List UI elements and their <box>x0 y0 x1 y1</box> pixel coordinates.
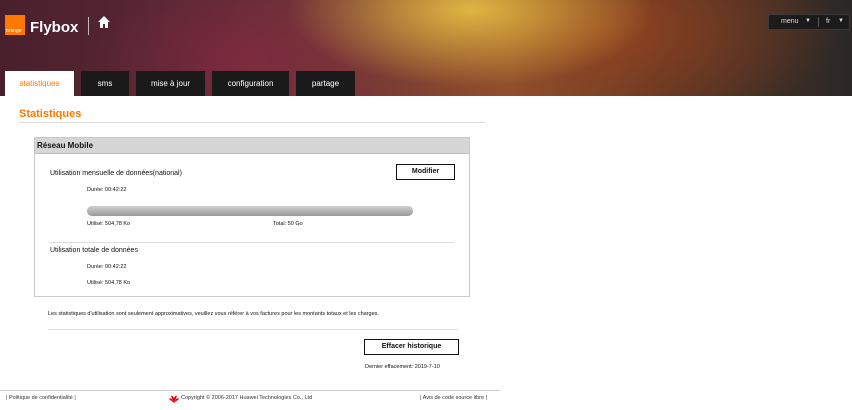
menu-dropdown[interactable]: menu ▼ fr ▼ <box>768 14 850 30</box>
footer-divider <box>0 390 500 391</box>
logo-text: orange <box>6 28 22 34</box>
chevron-down-icon: ▼ <box>805 18 811 24</box>
title-divider <box>19 122 485 123</box>
total-duration: Durée: 00:42:22 <box>87 264 127 270</box>
copyright-text: Copyright © 2006-2017 Huawei Technologie… <box>181 395 313 401</box>
tab-statistiques[interactable]: statistiques <box>5 71 74 96</box>
clear-history-button[interactable]: Effacer historique <box>364 339 459 355</box>
tab-sms[interactable]: sms <box>81 71 129 96</box>
modify-button[interactable]: Modifier <box>396 164 455 180</box>
usage-disclaimer: Les statistiques d'utilisation sont seul… <box>48 311 379 317</box>
language-label[interactable]: fr <box>826 18 830 25</box>
chevron-down-icon: ▼ <box>838 18 844 24</box>
monthly-usage-label: Utilisation mensuelle de données(nationa… <box>50 170 182 177</box>
total-usage-label: Utilisation totale de données <box>50 247 138 254</box>
panel-title: Réseau Mobile <box>35 138 469 154</box>
orange-logo[interactable]: orange <box>5 15 25 35</box>
total-used: Utilisé: 504,78 Ko <box>87 280 131 286</box>
tab-mise-a-jour[interactable]: mise à jour <box>136 71 205 96</box>
privacy-link[interactable]: | Politique de confidentialité | <box>6 395 76 401</box>
monthly-duration: Durée: 00:42:22 <box>87 187 127 193</box>
tab-partage[interactable]: partage <box>296 71 355 96</box>
mobile-network-panel: Réseau Mobile Utilisation mensuelle de d… <box>34 137 470 297</box>
tab-configuration[interactable]: configuration <box>212 71 289 96</box>
last-cleared-date: Dernier effacement: 2019-7-10 <box>365 364 440 370</box>
monthly-used: Utilisé: 504,78 Ko <box>87 221 131 227</box>
menu-label: menu <box>781 18 799 25</box>
section-divider <box>49 242 455 243</box>
brand-name: Flybox <box>30 19 79 36</box>
home-icon[interactable] <box>97 15 111 29</box>
monthly-total: Total: 50 Go <box>273 221 303 227</box>
open-source-link[interactable]: | Avis de code source libre | <box>420 395 487 401</box>
usage-progress-bar <box>87 206 413 216</box>
page-title: Statistiques <box>19 108 82 120</box>
huawei-logo-icon <box>169 395 179 403</box>
note-divider <box>48 329 458 330</box>
header-divider <box>88 17 89 35</box>
progress-track <box>87 206 413 216</box>
menu-divider <box>818 17 819 27</box>
